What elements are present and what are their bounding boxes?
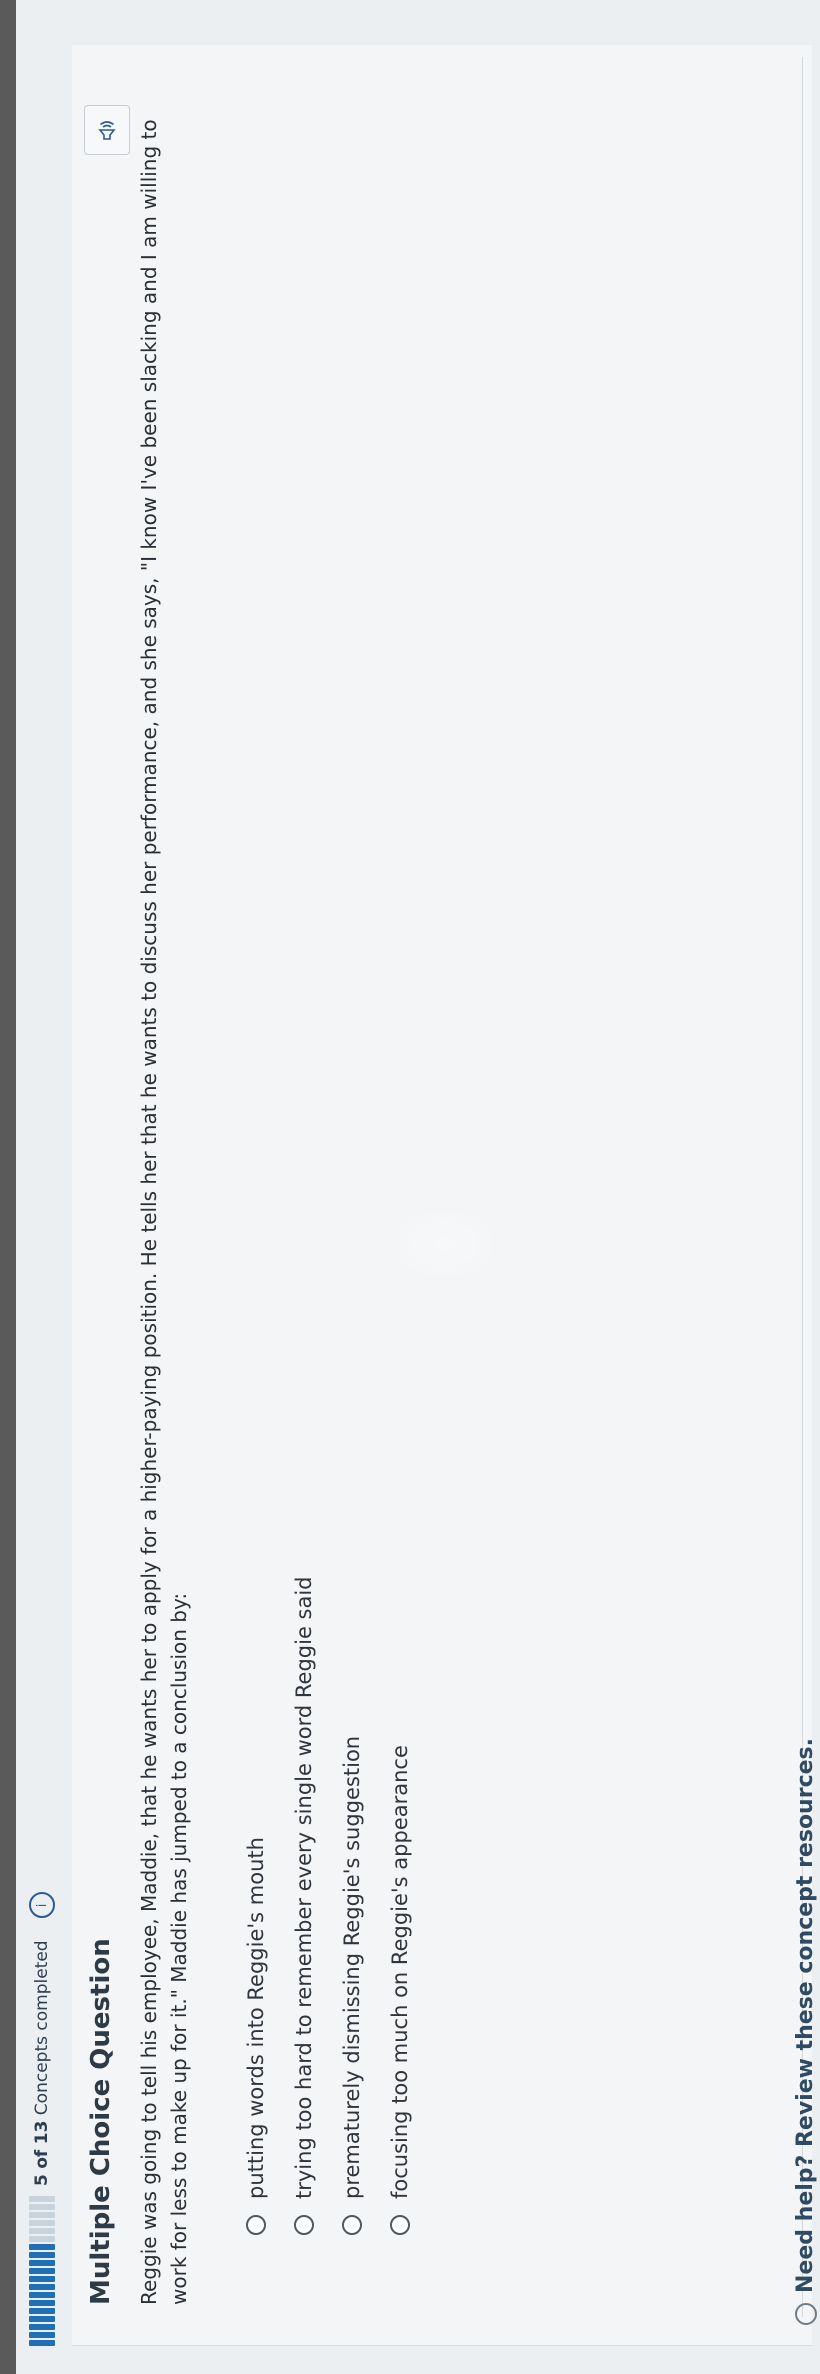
progress-segment [29, 2196, 55, 2202]
help-link[interactable]: Need help? Review these concept resource… [793, 1738, 818, 2325]
question-heading: Multiple Choice Question [86, 1938, 116, 2305]
progress-segment [29, 2316, 55, 2322]
top-bar [0, 0, 16, 2374]
question-card: Multiple Choice Question Reggie was goin… [72, 45, 818, 2346]
speaker-icon [98, 121, 116, 140]
progress-segment [29, 2332, 55, 2338]
progress-bar [29, 2196, 55, 2346]
progress-segment [29, 2212, 55, 2218]
progress-segment [29, 2252, 55, 2258]
progress-text: 5 of 13 Concepts completed [32, 1940, 52, 2186]
radio-button[interactable] [294, 2215, 314, 2235]
progress-segment [29, 2300, 55, 2306]
progress-total: 13 [32, 2120, 52, 2145]
progress-row: 5 of 13 Concepts completed i [22, 1892, 62, 2346]
read-aloud-button[interactable] [84, 105, 130, 155]
answer-label: trying too hard to remember every single… [292, 1576, 316, 2199]
info-icon[interactable]: i [29, 1892, 55, 1919]
progress-segment [29, 2204, 55, 2210]
answer-label: prematurely dismissing Reggie's suggesti… [340, 1735, 364, 2199]
progress-segment [29, 2268, 55, 2274]
answer-label: putting words into Reggie's mouth [244, 1837, 268, 2199]
question-text: Reggie was going to tell his employee, M… [137, 119, 191, 2305]
progress-segment [29, 2324, 55, 2330]
radio-button[interactable] [390, 2215, 410, 2235]
progress-segment [29, 2236, 55, 2242]
progress-of: of [32, 2149, 52, 2169]
progress-suffix: Concepts completed [32, 1940, 52, 2116]
progress-segment [29, 2260, 55, 2266]
answer-option[interactable]: prematurely dismissing Reggie's suggesti… [328, 1576, 376, 2235]
help-icon [794, 2303, 817, 2325]
help-text: Need help? Review these concept resource… [793, 1738, 818, 2293]
answer-options: putting words into Reggie's mouth trying… [232, 1576, 424, 2235]
progress-segment [29, 2284, 55, 2290]
progress-segment [29, 2340, 55, 2346]
answer-label: focusing too much on Reggie's appearance [388, 1745, 412, 2199]
progress-segment [29, 2276, 55, 2282]
progress-completed: 5 [32, 2174, 52, 2186]
progress-segment [29, 2244, 55, 2250]
answer-option[interactable]: trying too hard to remember every single… [280, 1576, 328, 2235]
answer-option[interactable]: putting words into Reggie's mouth [232, 1576, 280, 2235]
radio-button[interactable] [342, 2215, 362, 2235]
question-page: 5 of 13 Concepts completed i Multiple Ch… [0, 0, 820, 2374]
answer-option[interactable]: focusing too much on Reggie's appearance [376, 1576, 424, 2235]
progress-segment [29, 2220, 55, 2226]
radio-button[interactable] [246, 2215, 266, 2235]
progress-segment [29, 2308, 55, 2314]
progress-segment [29, 2228, 55, 2234]
progress-segment [29, 2292, 55, 2298]
